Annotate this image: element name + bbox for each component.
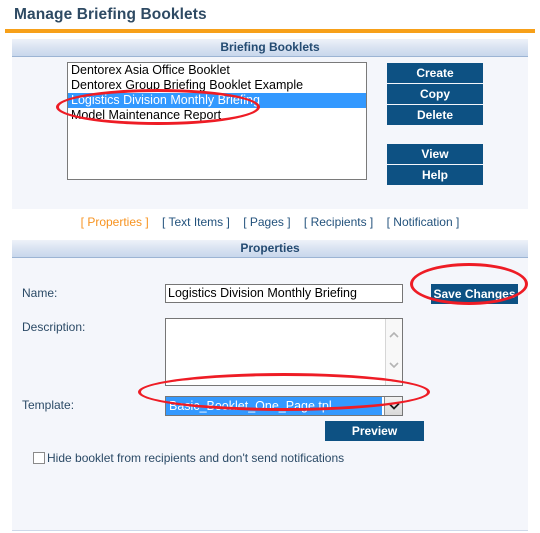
name-label: Name: [22, 286, 58, 300]
tab-properties[interactable]: [ Properties ] [81, 215, 149, 229]
list-item[interactable]: Model Maintenance Report [68, 108, 366, 123]
tab-text-items[interactable]: [ Text Items ] [162, 215, 230, 229]
tab-recipients[interactable]: [ Recipients ] [304, 215, 373, 229]
list-item[interactable]: Dentorex Asia Office Booklet [68, 63, 366, 78]
hide-booklet-row: Hide booklet from recipients and don't s… [33, 451, 344, 465]
tab-notification[interactable]: [ Notification ] [387, 215, 460, 229]
template-label: Template: [22, 398, 75, 412]
tab-bar: [ Properties ] [ Text Items ] [ Pages ] … [0, 209, 540, 234]
hide-booklet-checkbox[interactable] [33, 452, 45, 464]
title-divider [5, 29, 535, 33]
preview-button[interactable]: Preview [325, 421, 424, 441]
chevron-down-icon[interactable] [389, 360, 399, 370]
copy-button[interactable]: Copy [387, 84, 483, 105]
booklets-listbox[interactable]: Dentorex Asia Office Booklet Dentorex Gr… [67, 62, 367, 180]
delete-button[interactable]: Delete [387, 105, 483, 125]
help-button[interactable]: Help [387, 165, 483, 185]
list-item[interactable]: Dentorex Group Briefing Booklet Example [68, 78, 366, 93]
booklets-section-header: Briefing Booklets [12, 39, 528, 57]
list-item-selected[interactable]: Logistics Division Monthly Briefing [68, 93, 366, 108]
save-changes-button[interactable]: Save Changes [431, 284, 518, 304]
tab-pages[interactable]: [ Pages ] [243, 215, 290, 229]
description-textarea[interactable] [165, 318, 403, 386]
template-select-value[interactable]: Basic_Booklet_One_Page.tpl [166, 397, 382, 415]
template-select[interactable]: Basic_Booklet_One_Page.tpl [165, 396, 403, 416]
properties-section-header: Properties [12, 240, 528, 258]
booklets-panel: Dentorex Asia Office Booklet Dentorex Gr… [12, 57, 528, 209]
create-button[interactable]: Create [387, 63, 483, 84]
page-title: Manage Briefing Booklets [14, 6, 207, 23]
bottom-empty-panel [12, 468, 528, 531]
chevron-down-icon[interactable] [384, 397, 402, 415]
chevron-up-icon[interactable] [389, 330, 399, 340]
properties-panel: Name: Save Changes Description: Template… [12, 258, 528, 468]
description-scrollbar[interactable] [385, 319, 402, 385]
view-button[interactable]: View [387, 144, 483, 165]
hide-booklet-label: Hide booklet from recipients and don't s… [47, 451, 345, 465]
description-label: Description: [22, 320, 86, 334]
name-input[interactable] [165, 284, 403, 303]
